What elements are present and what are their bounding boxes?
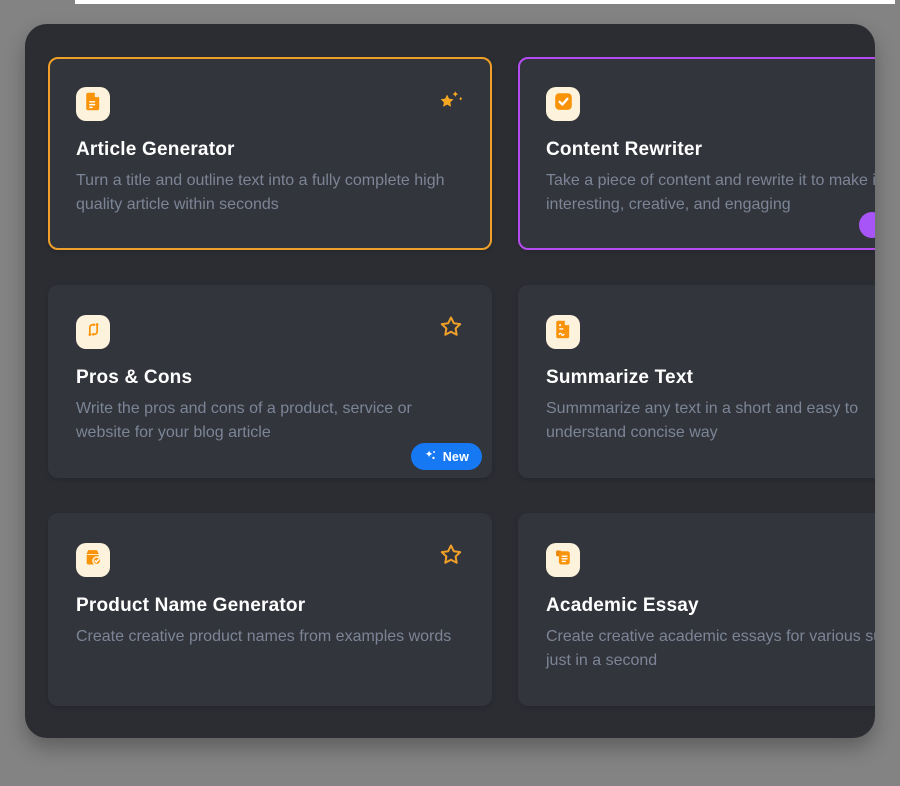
- icon-tile: [546, 87, 580, 121]
- checkbox-icon: [553, 91, 574, 117]
- tool-card-academic-essay[interactable]: Academic Essay Create creative academic …: [518, 513, 875, 706]
- tool-card-product-name-generator[interactable]: Product Name Generator Create creative p…: [48, 513, 492, 706]
- tool-card-article-generator[interactable]: Article Generator Turn a title and outli…: [48, 57, 492, 250]
- card-top-row: [76, 543, 464, 577]
- card-description: Turn a title and outline text into a ful…: [76, 169, 462, 217]
- icon-tile: [76, 543, 110, 577]
- icon-tile: [76, 315, 110, 349]
- card-top-row: [546, 315, 875, 349]
- card-title: Content Rewriter: [546, 139, 875, 161]
- tool-card-content-rewriter[interactable]: Content Rewriter Take a piece of content…: [518, 57, 875, 250]
- app-panel: Article Generator Turn a title and outli…: [25, 24, 875, 738]
- scroll-icon: [553, 547, 574, 573]
- card-title: Pros & Cons: [76, 367, 464, 389]
- favorite-star-outline-icon[interactable]: [438, 543, 464, 569]
- icon-tile: [546, 315, 580, 349]
- card-top-row: [546, 87, 875, 121]
- card-top-row: [76, 87, 464, 121]
- card-description: Summmarize any text in a short and easy …: [546, 397, 875, 445]
- new-badge-label: New: [443, 450, 469, 464]
- tool-card-summarize-text[interactable]: Summarize Text Summmarize any text in a …: [518, 285, 875, 478]
- package-check-icon: [83, 547, 104, 573]
- tool-card-pros-cons[interactable]: Pros & Cons Write the pros and cons of a…: [48, 285, 492, 478]
- summary-document-icon: [553, 319, 574, 345]
- card-top-row: [546, 543, 875, 577]
- card-description: Create creative academic essays for vari…: [546, 625, 875, 673]
- card-title: Product Name Generator: [76, 595, 464, 617]
- top-edge-strip: [75, 0, 895, 4]
- card-title: Article Generator: [76, 139, 464, 161]
- icon-tile: [76, 87, 110, 121]
- swap-arrows-icon: [83, 319, 104, 345]
- card-title: Summarize Text: [546, 367, 875, 389]
- card-description: Take a piece of content and rewrite it t…: [546, 169, 875, 217]
- sparkle-icon: [424, 449, 437, 465]
- card-title: Academic Essay: [546, 595, 875, 617]
- card-description: Write the pros and cons of a product, se…: [76, 397, 462, 445]
- favorite-star-outline-icon[interactable]: [438, 315, 464, 341]
- new-badge: New: [411, 443, 482, 470]
- icon-tile: [546, 543, 580, 577]
- tool-card-grid: Article Generator Turn a title and outli…: [48, 57, 875, 706]
- card-description: Create creative product names from examp…: [76, 625, 462, 649]
- screen: Article Generator Turn a title and outli…: [0, 0, 900, 786]
- card-top-row: [76, 315, 464, 349]
- document-icon: [83, 91, 104, 117]
- favorite-star-filled-icon[interactable]: [438, 87, 464, 113]
